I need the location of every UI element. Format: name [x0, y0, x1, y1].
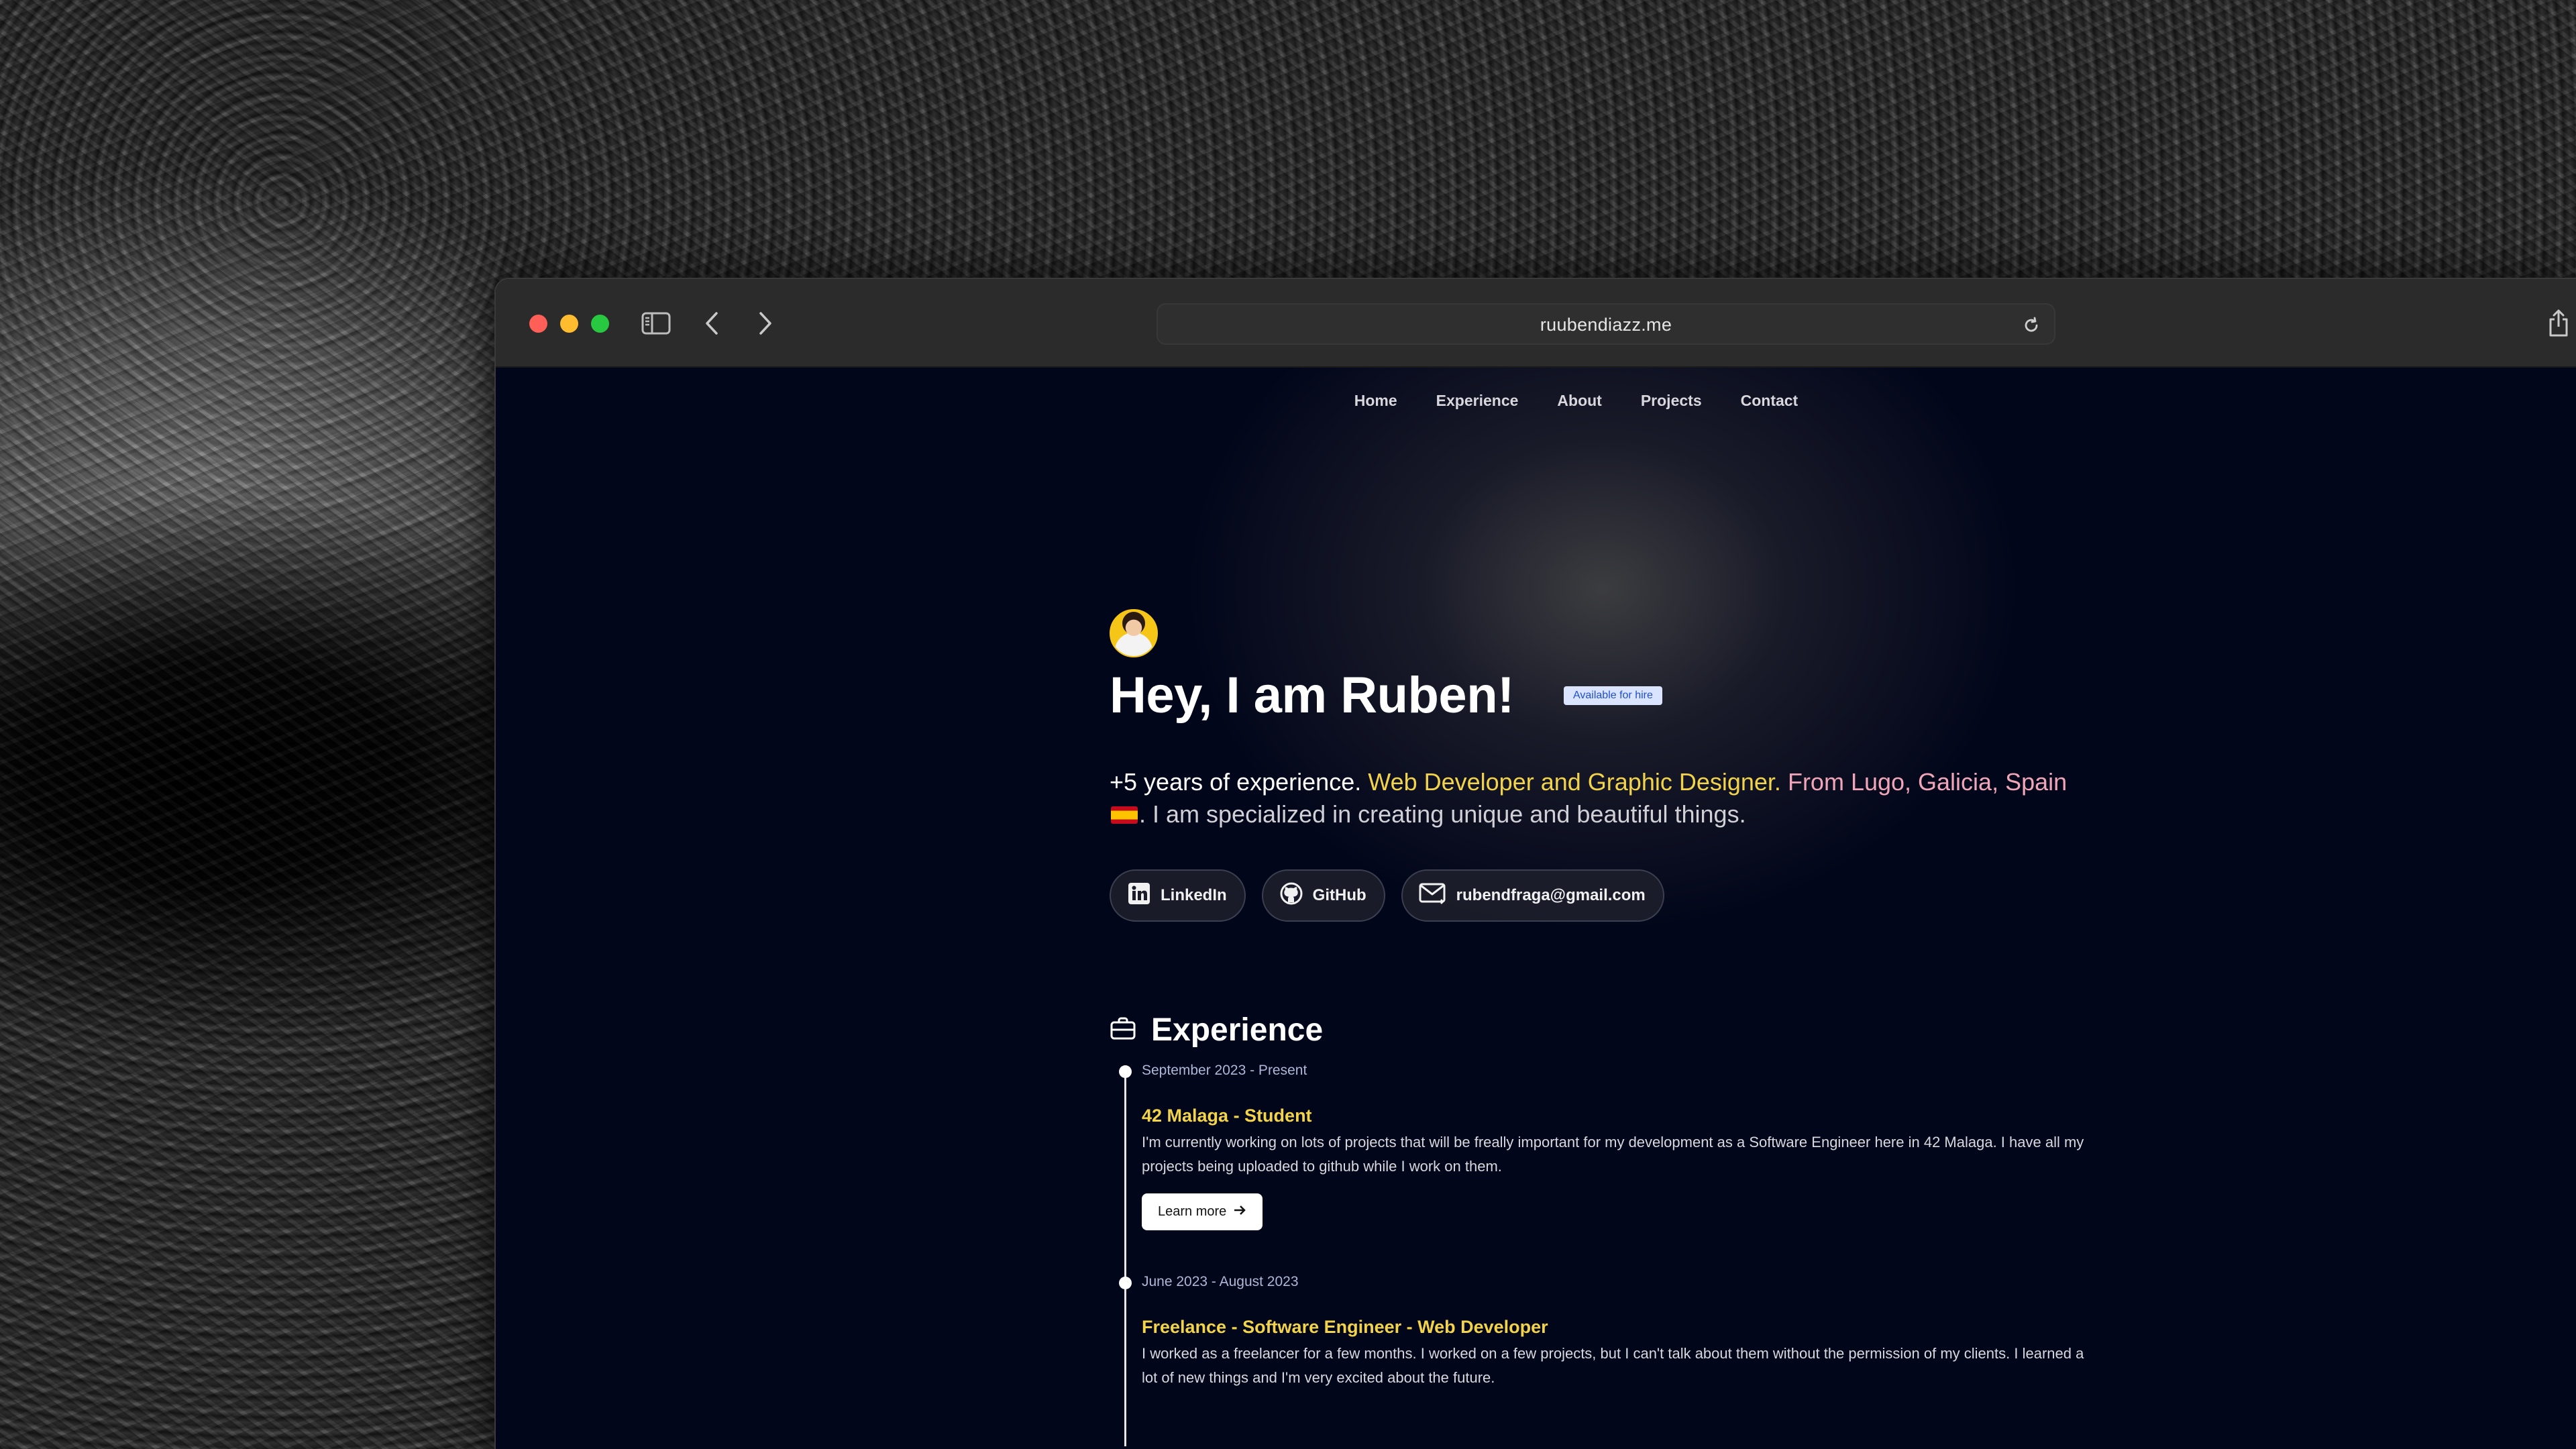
- address-bar[interactable]: ruubendiazz.me: [1157, 303, 2055, 345]
- zoom-window-button[interactable]: [591, 315, 609, 333]
- job-title-text: Web Developer and Graphic Designer.: [1368, 768, 1781, 796]
- mail-icon: [1419, 881, 1447, 910]
- linkedin-icon: [1127, 881, 1151, 910]
- linkedin-label: LinkedIn: [1161, 886, 1227, 904]
- nav-experience[interactable]: Experience: [1436, 392, 1519, 410]
- email-label: rubendfraga@gmail.com: [1456, 886, 1646, 904]
- nav-contact[interactable]: Contact: [1741, 392, 1799, 410]
- experience-header: Experience: [1110, 1012, 1323, 1049]
- entry-description: I worked as a freelancer for a few month…: [1142, 1345, 2084, 1386]
- hero-description: +5 years of experience. Web Developer an…: [1110, 766, 2076, 830]
- timeline-dot: [1119, 1277, 1132, 1289]
- hero-title: Hey, I am Ruben!: [1110, 667, 1514, 724]
- entry-date: June 2023 - August 2023: [1142, 1274, 1299, 1289]
- experience-entry-freelance: June 2023 - August 2023 Freelance - Soft…: [1142, 1274, 2101, 1390]
- avatar: [1110, 609, 1158, 657]
- entry-date: September 2023 - Present: [1142, 1063, 1307, 1078]
- minimize-window-button[interactable]: [560, 315, 578, 333]
- github-button[interactable]: GitHub: [1261, 869, 1385, 922]
- location-text: From Lugo, Galicia, Spain: [1787, 768, 2068, 796]
- nav-projects[interactable]: Projects: [1641, 392, 1702, 410]
- browser-window: ruubendiazz.me Home Experience About Pro…: [494, 278, 2576, 1449]
- share-icon[interactable]: [2542, 305, 2575, 342]
- page-content: Home Experience About Projects Contact H…: [496, 368, 2576, 1449]
- learn-more-label: Learn more: [1158, 1204, 1227, 1219]
- timeline-dot: [1119, 1065, 1132, 1078]
- site-nav: Home Experience About Projects Contact: [496, 392, 2576, 410]
- github-icon: [1279, 881, 1303, 910]
- back-arrow-icon[interactable]: [698, 305, 725, 342]
- spain-flag-icon: [1111, 806, 1138, 824]
- email-button[interactable]: rubendfraga@gmail.com: [1401, 869, 1664, 922]
- nav-about[interactable]: About: [1557, 392, 1601, 410]
- sidebar-toggle-icon[interactable]: [639, 305, 673, 342]
- close-window-button[interactable]: [529, 315, 547, 333]
- briefcase-icon: [1110, 1016, 1136, 1044]
- entry-role: Freelance - Software Engineer - Web Deve…: [1142, 1317, 1548, 1337]
- learn-more-button[interactable]: Learn more: [1142, 1193, 1263, 1230]
- linkedin-button[interactable]: LinkedIn: [1110, 869, 1246, 922]
- github-label: GitHub: [1312, 886, 1366, 904]
- experience-title: Experience: [1151, 1012, 1324, 1048]
- browser-toolbar: ruubendiazz.me: [496, 279, 2576, 368]
- forward-arrow-icon[interactable]: [752, 305, 779, 342]
- availability-badge: Available for hire: [1564, 686, 1662, 705]
- arrow-right-icon: [1233, 1204, 1246, 1220]
- social-links: LinkedIn GitHub rubendfraga@gmail.com: [1110, 869, 1664, 922]
- entry-role: 42 Malaga - Student: [1142, 1106, 1312, 1126]
- experience-entry-42-malaga: September 2023 - Present 42 Malaga - Stu…: [1142, 1063, 2101, 1230]
- url-text: ruubendiazz.me: [1540, 315, 1672, 335]
- specialty-text: . I am specialized in creating unique an…: [1139, 800, 1746, 828]
- timeline-line: [1124, 1071, 1126, 1446]
- reload-icon[interactable]: [2019, 313, 2043, 337]
- entry-description: I'm currently working on lots of project…: [1142, 1134, 2084, 1175]
- experience-years-text: +5 years of experience.: [1110, 768, 1362, 796]
- nav-home[interactable]: Home: [1354, 392, 1397, 410]
